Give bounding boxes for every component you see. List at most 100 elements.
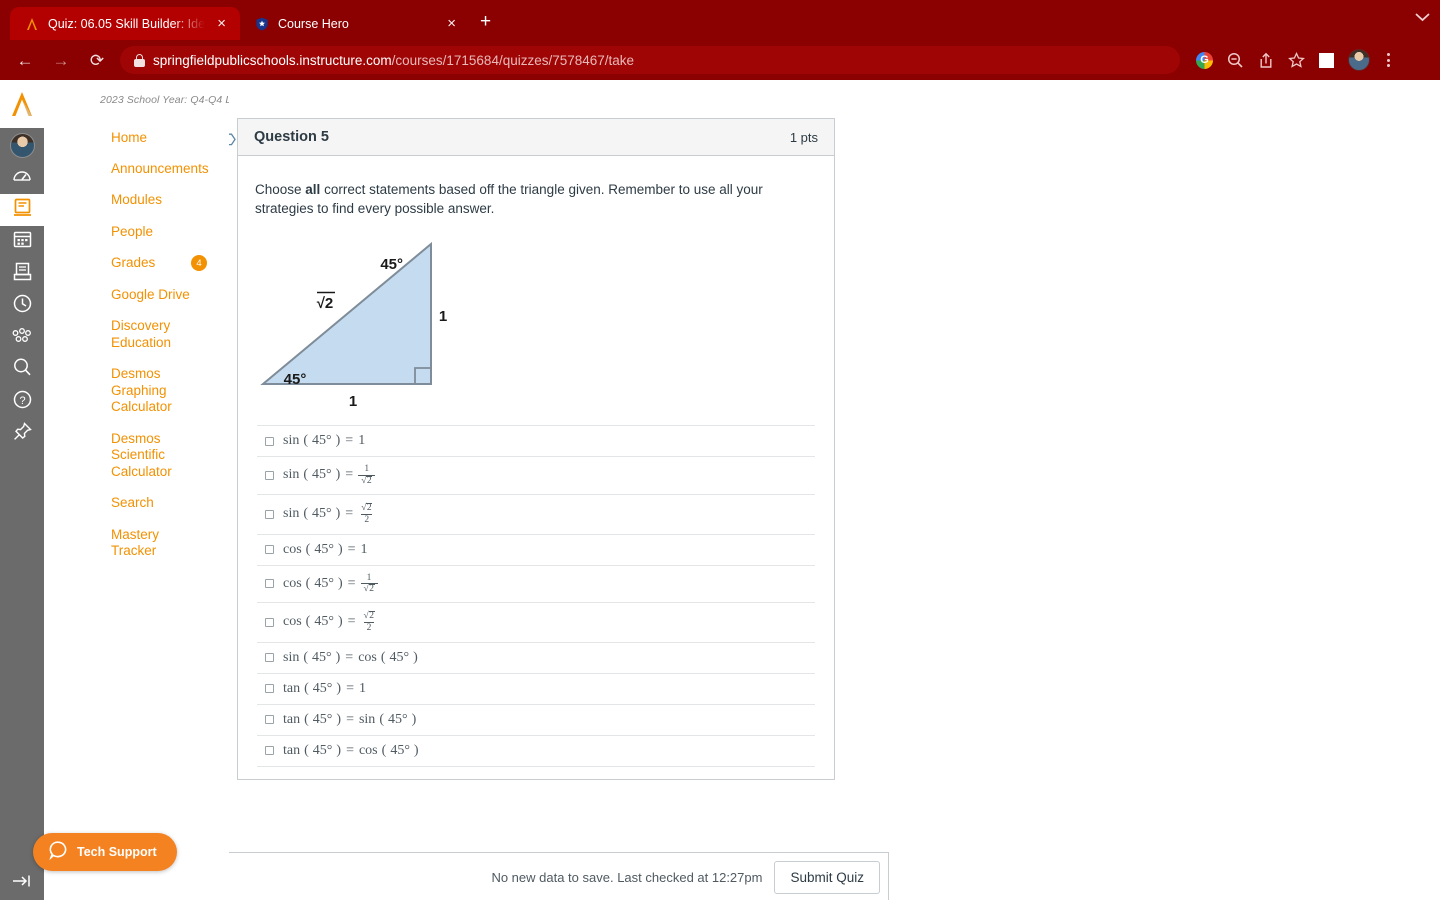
fn: cos [283,614,302,630]
rhs: 1 [358,433,366,449]
tech-support-button[interactable]: Tech Support [33,833,177,871]
svg-text:?: ? [19,395,25,407]
nav-label: Modules [111,192,163,208]
back-button[interactable]: ← [12,52,38,69]
answer-option-6[interactable]: cos(45°) = √ 2 2 [257,603,815,643]
prompt-part-1: Choose [255,182,306,197]
chevron-down-icon[interactable] [1415,10,1430,25]
question-header: Question 5 1 pts [238,119,834,156]
nav-label: Grades [111,255,156,271]
page-title: Question 5 [254,129,329,145]
quiz-content: Question 5 1 pts Choose all correct stat… [229,80,1440,900]
checkbox-icon[interactable] [265,545,274,555]
canvas-a-logo-icon[interactable] [0,80,44,128]
status-badge: 4 [191,255,207,272]
course-nav-list: Home Announcements Modules People Grades… [44,122,229,567]
courses-book-icon [12,197,33,223]
fraction: √ 2 2 [361,611,378,633]
browser-tab-coursehero[interactable]: Course Hero × [240,7,470,40]
answer-option-5[interactable]: cos(45°) = 1 √ 2 [257,566,815,603]
close-icon[interactable]: × [213,14,230,33]
sidebar-item-announcements[interactable]: Announcements [44,153,229,184]
zoom-out-icon[interactable] [1227,52,1244,69]
sidebar-item-calendar[interactable] [0,226,44,258]
answer-option-7[interactable]: sin(45°) = cos(45°) [257,643,815,674]
sidebar-item-search[interactable]: Search [44,488,229,519]
sidebar-item-home[interactable]: Home [44,122,229,153]
side-panel-icon[interactable] [1319,52,1334,68]
close-icon[interactable]: × [443,14,460,33]
tab-title: Quiz: 06.05 Skill Builder: Identi [48,16,206,31]
sidebar-item-account[interactable] [0,128,44,162]
flag-outline-icon[interactable] [229,132,237,147]
submit-quiz-button[interactable]: Submit Quiz [774,860,880,894]
browser-toolbar: ← → ⟳ springfieldpublicschools.instructu… [0,40,1440,80]
answer-option-1[interactable]: sin(45°) = 1 [257,426,815,458]
checkbox-icon[interactable] [265,617,274,627]
denominator: √ 2 [360,583,378,595]
answer-option-2[interactable]: sin(45°) = 1 √ 2 [257,457,815,495]
answer-option-4[interactable]: cos(45°) = 1 [257,535,815,566]
checkbox-icon[interactable] [265,509,274,519]
checkbox-icon[interactable] [265,579,274,589]
sidebar-item-history[interactable] [0,290,44,322]
inbox-icon [12,261,33,287]
google-icon[interactable] [1196,51,1213,69]
checkbox-icon[interactable] [265,715,274,725]
checkbox-icon[interactable] [265,436,274,446]
arg: 45° [312,680,333,696]
collapse-arrow-icon[interactable] [0,872,44,890]
vertical-leg-label: 1 [439,308,447,325]
checkbox-icon[interactable] [265,653,274,663]
nav-label: Desmos Graphing Calculator [111,366,172,415]
card-spacer [255,767,817,779]
reload-button[interactable]: ⟳ [84,52,110,69]
address-bar[interactable]: springfieldpublicschools.instructure.com… [120,46,1180,74]
radicand: 2 [366,502,373,513]
answer-option-8[interactable]: tan(45°) = 1 [257,674,815,705]
sidebar-item-inbox[interactable] [0,258,44,290]
checkbox-icon[interactable] [265,746,274,756]
nav-label: Announcements [111,160,209,176]
fraction: √ 2 2 [358,502,375,525]
sidebar-item-people[interactable]: People [44,216,229,247]
answer-option-10[interactable]: tan(45°) = cos(45°) [257,736,815,767]
sidebar-item-modules[interactable]: Modules [44,185,229,216]
nav-label: Mastery Tracker [111,526,160,558]
share-icon[interactable] [1258,52,1274,69]
answer-list: sin(45°) = 1 sin(45°) = 1 √ 2 sin (45° … [257,425,815,767]
sidebar-item-studio[interactable] [0,322,44,354]
browser-chrome: Quiz: 06.05 Skill Builder: Identi × Cour… [0,0,1440,80]
prompt-emphasis: all [305,182,321,197]
angle-top-label: 45° [380,256,403,273]
new-tab-button[interactable]: + [470,8,501,35]
sidebar-item-discovery-education[interactable]: Discovery Education [44,311,229,359]
tab-title: Course Hero [278,16,349,31]
sidebar-item-desmos-graphing-calculator[interactable]: Desmos Graphing Calculator [44,359,229,423]
forward-button[interactable]: → [48,52,74,69]
checkbox-icon[interactable] [265,470,274,480]
browser-tab-quiz[interactable]: Quiz: 06.05 Skill Builder: Identi × [10,7,240,40]
sidebar-item-mastery-tracker[interactable]: Mastery Tracker [44,519,229,567]
answer-option-3[interactable]: sin(45°) = √ 2 2 [257,495,815,535]
profile-avatar-icon[interactable] [1348,49,1370,71]
coursehero-shield-icon [254,16,270,32]
breadcrumb: 2023 School Year: Q4-Q4 LA... [100,94,248,106]
toolbar-icons [1190,49,1393,71]
sidebar-item-help[interactable]: ? [0,386,44,418]
sidebar-item-google-drive[interactable]: Google Drive [44,279,229,310]
sidebar-item-grades[interactable]: Grades 4 [44,248,229,279]
rhs-fn: cos [358,649,377,665]
checkbox-icon[interactable] [265,684,274,694]
answer-label: sin(45°) = cos(45°) [283,649,418,665]
sidebar-item-search[interactable] [0,354,44,386]
arg: 45° [312,433,332,449]
sidebar-item-dashboard[interactable] [0,162,44,194]
sidebar-item-desmos-scientific-calculator[interactable]: Desmos Scientific Calculator [44,423,229,487]
sidebar-item-courses[interactable] [0,194,44,226]
bookmark-star-icon[interactable] [1288,51,1305,69]
tab-strip: Quiz: 06.05 Skill Builder: Identi × Cour… [0,0,1440,40]
chrome-menu-icon[interactable] [1384,53,1393,67]
answer-option-9[interactable]: tan(45°) = sin(45°) [257,705,815,736]
sidebar-item-pin[interactable] [0,418,44,450]
